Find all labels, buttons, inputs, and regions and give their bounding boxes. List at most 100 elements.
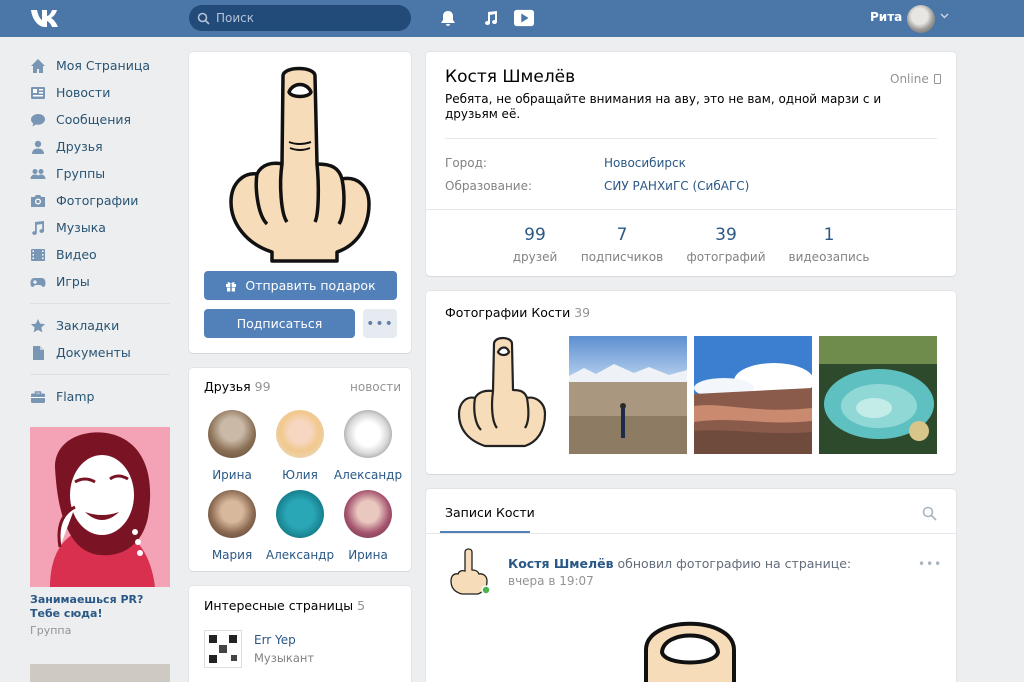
more-actions-button[interactable]: ••• — [363, 309, 397, 338]
photo-thumbnail[interactable] — [445, 336, 563, 454]
ad-subtitle: Группа — [30, 624, 72, 637]
nav-item-documents[interactable]: Документы — [30, 339, 170, 366]
post-action-text: обновил фотографию на странице: — [617, 556, 852, 571]
nav-label: Новости — [56, 85, 111, 100]
divider — [426, 533, 956, 534]
online-label: Online — [890, 72, 929, 86]
divider — [426, 209, 956, 210]
counter-photos[interactable]: 39 фотографий — [681, 225, 771, 264]
nav-item-flamp[interactable]: Flamp — [30, 383, 170, 410]
friend-avatar — [208, 410, 256, 458]
ad-image[interactable] — [30, 427, 170, 587]
counter-value: 1 — [823, 225, 835, 245]
city-label: Город: — [445, 156, 487, 170]
friends-title: Друзья — [204, 379, 251, 394]
photos-title: Фотографии Кости — [445, 305, 571, 320]
friend-item[interactable]: Ирина — [333, 490, 403, 562]
interesting-page-avatar[interactable] — [204, 630, 242, 668]
counter-value: 99 — [524, 225, 546, 245]
nav-item-music[interactable]: Музыка — [30, 214, 170, 241]
nav-label: Flamp — [56, 389, 95, 404]
subscribe-label: Подписаться — [236, 316, 323, 331]
counter-label: друзей — [512, 250, 558, 264]
vk-logo-icon[interactable] — [30, 7, 62, 29]
send-gift-button[interactable]: Отправить подарок — [204, 271, 397, 300]
friend-item[interactable]: Александр — [333, 410, 403, 482]
post-more-button[interactable]: ••• — [918, 557, 942, 571]
friends-news-link[interactable]: новости — [350, 380, 401, 394]
star-icon — [30, 318, 46, 332]
user-avatar[interactable] — [907, 5, 935, 33]
gift-icon — [226, 281, 237, 291]
video-icon — [31, 248, 45, 261]
friend-item[interactable]: Юлия — [265, 410, 335, 482]
counter-value: 39 — [715, 225, 737, 245]
nav-divider — [30, 374, 170, 375]
groups-icon — [30, 168, 46, 179]
nav-label: Музыка — [56, 220, 106, 235]
nav-item-games[interactable]: Игры — [30, 268, 170, 295]
counter-friends[interactable]: 99 друзей — [490, 225, 580, 264]
friend-item[interactable]: Александр — [265, 490, 335, 562]
interesting-count: 5 — [357, 598, 366, 613]
nav-item-my-page[interactable]: Моя Страница — [30, 52, 170, 79]
counter-videos[interactable]: 1 видеозапись — [784, 225, 874, 264]
subscribe-button[interactable]: Подписаться — [204, 309, 355, 338]
friend-name: Ирина — [348, 548, 388, 562]
interesting-header[interactable]: Интересные страницы 5 — [204, 598, 365, 613]
photo-thumbnail[interactable] — [569, 336, 687, 454]
nav-item-video[interactable]: Видео — [30, 241, 170, 268]
document-icon — [33, 345, 44, 360]
photos-header[interactable]: Фотографии Кости 39 — [445, 305, 590, 320]
nav-label: Сообщения — [56, 112, 132, 127]
education-value[interactable]: СИУ РАНХиГС (СибАГС) — [604, 179, 749, 193]
ad-image-2[interactable] — [30, 664, 170, 682]
nav-item-friends[interactable]: Друзья — [30, 133, 170, 160]
counter-followers[interactable]: 7 подписчиков — [577, 225, 667, 264]
friends-card: Друзья 99 новости Ирина Юлия Александр Ма… — [189, 368, 411, 571]
play-icon[interactable] — [514, 8, 534, 28]
camera-icon — [31, 194, 45, 207]
nav-label: Закладки — [56, 318, 120, 333]
post-image[interactable] — [640, 610, 740, 682]
nav-item-photos[interactable]: Фотографии — [30, 187, 170, 214]
post-time[interactable]: вчера в 19:07 — [508, 574, 594, 588]
nav-label: Друзья — [56, 139, 103, 154]
city-value[interactable]: Новосибирск — [604, 156, 686, 170]
user-name[interactable]: Рита — [870, 10, 902, 24]
post-author-avatar[interactable] — [445, 548, 493, 596]
counter-label: фотографий — [686, 250, 766, 264]
nav-divider — [30, 303, 170, 304]
friends-header[interactable]: Друзья 99 — [204, 379, 271, 394]
music-icon — [32, 220, 45, 235]
nav-label: Моя Страница — [56, 58, 150, 73]
nav-item-groups[interactable]: Группы — [30, 160, 170, 187]
news-icon — [31, 86, 45, 99]
photo-thumbnail[interactable] — [819, 336, 937, 454]
music-icon[interactable] — [481, 8, 501, 28]
nav-item-messages[interactable]: Сообщения — [30, 106, 170, 133]
nav-item-news[interactable]: Новости — [30, 79, 170, 106]
post-author-name[interactable]: Костя Шмелёв — [508, 556, 614, 571]
profile-avatar[interactable] — [227, 64, 373, 264]
ad-title[interactable]: Занимаешься PR? Тебе сюда! — [30, 593, 170, 621]
friend-avatar — [276, 410, 324, 458]
friend-avatar — [344, 490, 392, 538]
tab-wall-posts[interactable]: Записи Кости — [445, 505, 535, 520]
friends-count: 99 — [254, 379, 271, 394]
notifications-icon[interactable] — [438, 8, 458, 28]
friends-icon — [32, 140, 44, 154]
counter-value: 7 — [616, 225, 628, 245]
search-icon[interactable] — [922, 506, 937, 521]
friend-item[interactable]: Мария — [197, 490, 267, 562]
interesting-page-desc: Музыкант — [254, 651, 315, 665]
avatar-card: Отправить подарок Подписаться ••• — [189, 52, 411, 353]
friend-avatar — [208, 490, 256, 538]
photo-thumbnail[interactable] — [694, 336, 812, 454]
search-input[interactable]: Поиск — [189, 5, 411, 31]
friend-item[interactable]: Ирина — [197, 410, 267, 482]
nav-item-bookmarks[interactable]: Закладки — [30, 312, 170, 339]
interesting-page-name[interactable]: Err Yep — [254, 633, 296, 647]
messages-icon — [31, 113, 45, 126]
chevron-down-icon[interactable] — [940, 13, 949, 19]
